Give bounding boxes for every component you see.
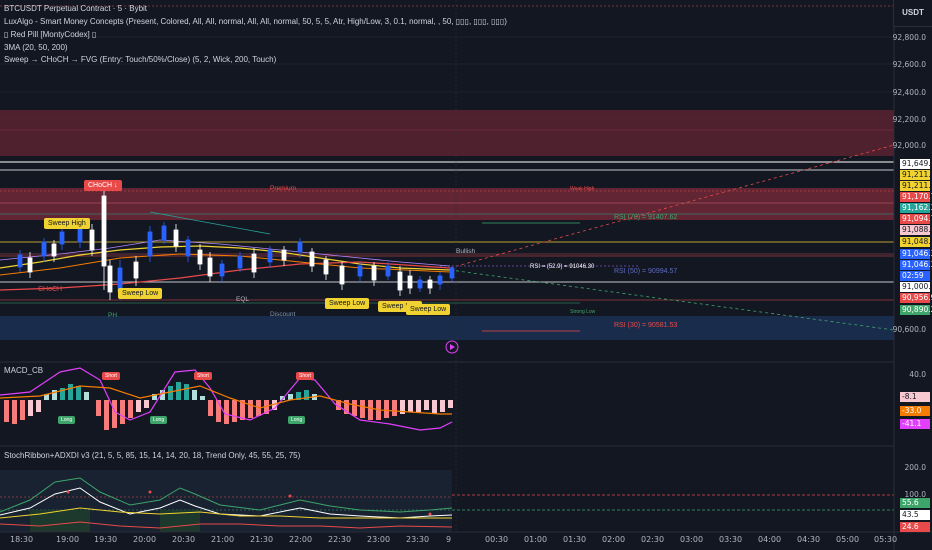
- choch-low-label: CHoCH: [38, 286, 63, 293]
- short-signal: Short: [296, 372, 314, 380]
- price-tag: 91,211.5: [900, 170, 932, 180]
- price-tag: 90,956.9: [900, 293, 932, 303]
- time-axis-label: 22:30: [328, 535, 352, 544]
- time-axis-label: 9: [446, 535, 452, 544]
- rsi-current-label: RSI = (52.9) = 91046.30: [530, 264, 595, 270]
- time-axis-label: 02:30: [641, 535, 665, 544]
- time-axis-label: 20:00: [133, 535, 157, 544]
- time-axis-label: 20:30: [172, 535, 196, 544]
- price-axis-label: 92,200.0: [892, 115, 926, 124]
- price-axis-label: 92,600.0: [892, 60, 926, 69]
- premium-label: Premium: [270, 185, 297, 192]
- rsi70-label: RSI (70) = 91407.62: [614, 214, 678, 221]
- price-chart[interactable]: [0, 0, 932, 550]
- short-signal: Short: [194, 372, 212, 380]
- time-axis-label: 01:30: [563, 535, 587, 544]
- indicator-3ma[interactable]: 3MA (20, 50, 200): [4, 43, 68, 52]
- macd-value-tag: -33.0: [900, 406, 930, 416]
- time-axis-label: 23:30: [406, 535, 430, 544]
- ph-label: PH: [108, 312, 118, 319]
- price-axis-label: 90,600.0: [892, 325, 926, 334]
- choch-label: CHoCH ↓: [84, 180, 122, 191]
- time-axis-label: 21:00: [211, 535, 235, 544]
- stoch-value-tag: 24.6: [900, 522, 930, 532]
- time-axis-label: 23:00: [367, 535, 391, 544]
- time-axis-label: 04:30: [797, 535, 821, 544]
- currency-selector[interactable]: USDT: [893, 0, 932, 27]
- price-tag: 91,162.3: [900, 203, 932, 213]
- long-signal: Long: [150, 416, 168, 424]
- price-tag: 91,000.7: [900, 282, 932, 292]
- macd-axis-label: 40.0: [909, 370, 926, 379]
- time-axis-label: 22:00: [289, 535, 313, 544]
- stoch-title[interactable]: StochRibbon+ADXDI v3 (21, 5, 5, 85, 15, …: [4, 451, 300, 460]
- short-signal: Short: [102, 372, 120, 380]
- price-axis-label: 92,800.0: [892, 33, 926, 42]
- rsi50-label: RSI (50) = 90994.57: [614, 268, 678, 275]
- eql-label: EQL: [236, 296, 250, 303]
- indicator-red-pill[interactable]: ▯ Red Pill [MontyCodex] ▯: [4, 30, 96, 39]
- time-axis-label: 19:00: [56, 535, 80, 544]
- sweep-high-label: Sweep High: [44, 218, 90, 229]
- discount-label: Discount: [270, 311, 296, 318]
- price-tag: 91,048.0: [900, 237, 932, 247]
- price-tag: 90,890.2: [900, 305, 932, 315]
- rsi30-label: RSI (30) = 90581.53: [614, 322, 678, 329]
- sweep-low-label: Sweep Low: [325, 298, 370, 309]
- price-tag: 91,088.6: [900, 225, 932, 235]
- indicator-luxalgo[interactable]: LuxAlgo - Smart Money Concepts (Present,…: [4, 17, 507, 26]
- sweep-low-label: Sweep Low: [406, 304, 451, 315]
- stoch-value-tag: 55.6: [900, 498, 930, 508]
- premium-zone: [0, 188, 894, 220]
- chart-window[interactable]: BTCUSDT Perpetual Contract · 5 · Bybit L…: [0, 0, 932, 550]
- macd-title[interactable]: MACD_CB: [4, 366, 43, 375]
- time-axis-label: 19:30: [94, 535, 118, 544]
- long-signal: Long: [58, 416, 76, 424]
- discount-zone: [0, 316, 894, 340]
- symbol-title[interactable]: BTCUSDT Perpetual Contract · 5 · Bybit: [4, 4, 147, 13]
- weak-high-label: Weak High: [570, 186, 595, 192]
- time-axis-label: 03:30: [719, 535, 743, 544]
- time-axis-label: 05:30: [874, 535, 898, 544]
- premium-zone-top: [0, 110, 894, 156]
- time-axis-label: 03:00: [680, 535, 704, 544]
- bullish-label: Bullish: [456, 248, 476, 255]
- macd-value-tag: -41.1: [900, 419, 930, 429]
- price-tag: 91,094.7: [900, 214, 932, 224]
- sweep-low-label: Sweep Low: [118, 288, 163, 299]
- price-tag: 02:59: [900, 271, 930, 281]
- time-axis-label: 01:00: [524, 535, 548, 544]
- price-tag: 91,211.5: [900, 181, 932, 191]
- macd-value-tag: -8.1: [900, 392, 930, 402]
- time-axis-label: 02:00: [602, 535, 626, 544]
- price-tag: 91,046.3: [900, 249, 932, 259]
- price-axis-label: 92,000.0: [892, 141, 926, 150]
- strong-low-label: Strong Low: [570, 309, 596, 315]
- time-axis-label: 00:30: [485, 535, 509, 544]
- price-tag: 91,046.3: [900, 260, 932, 270]
- price-axis-label: 92,400.0: [892, 88, 926, 97]
- indicator-sweep[interactable]: Sweep → CHoCH → FVG (Entry: Touch/50%/Cl…: [4, 55, 276, 64]
- long-signal: Long: [288, 416, 306, 424]
- stoch-axis-label: 200.0: [904, 463, 926, 472]
- price-tag: 91,170.7: [900, 192, 932, 202]
- price-tag: 91,649.7: [900, 159, 932, 169]
- stoch-value-tag: 43.5: [900, 510, 930, 520]
- time-axis-label: 18:30: [10, 535, 34, 544]
- time-axis-label: 05:00: [836, 535, 860, 544]
- time-axis-label: 04:00: [758, 535, 782, 544]
- time-axis-label: 21:30: [250, 535, 274, 544]
